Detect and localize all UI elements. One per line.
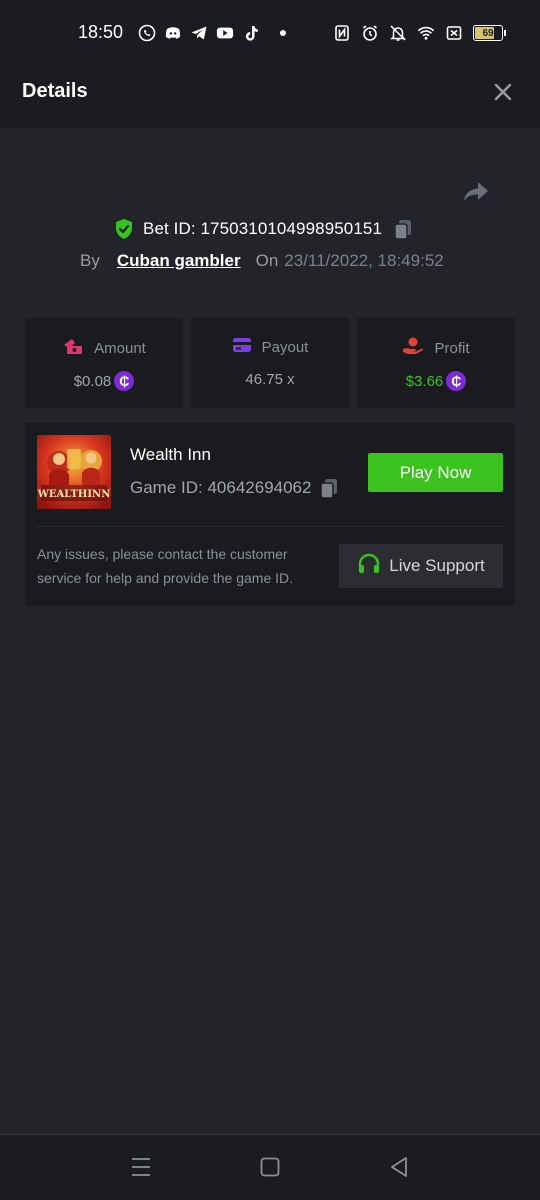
- profit-icon: [402, 336, 424, 360]
- back-icon[interactable]: [387, 1155, 411, 1179]
- bet-stats: Amount $0.08 ₵ Payout 46.75 x Profit $3.…: [25, 318, 515, 408]
- game-panel: WEALTHINN Wealth Inn Game ID: 4064269406…: [25, 423, 515, 606]
- page-title: Details: [22, 80, 88, 102]
- nfc-icon: [333, 24, 351, 42]
- stat-label: Amount: [94, 339, 146, 357]
- telegram-icon: [190, 24, 208, 42]
- share-icon[interactable]: [462, 180, 490, 204]
- bet-id: Bet ID: 1750310104998950151: [143, 219, 383, 238]
- status-bar: 18:50 69: [0, 0, 540, 55]
- stat-card-profit: Profit $3.66 ₵: [357, 318, 515, 408]
- tiktok-icon: [242, 24, 260, 42]
- on-label: On: [255, 251, 279, 270]
- stat-value: $0.08: [73, 372, 112, 390]
- stat-label: Profit: [434, 339, 470, 357]
- menu-icon[interactable]: [129, 1155, 153, 1179]
- game-name: Wealth Inn: [130, 445, 211, 464]
- stat-value: $3.66: [405, 372, 444, 390]
- bet-meta-row: By Cuban gambler On 23/11/2022, 18:49:52: [80, 249, 444, 273]
- coin-icon: ₵: [446, 371, 467, 391]
- close-icon[interactable]: [492, 81, 514, 103]
- youtube-icon: [216, 24, 234, 42]
- headset-icon: [357, 552, 381, 581]
- verified-shield-icon: [114, 218, 134, 240]
- divider: [37, 526, 503, 527]
- battery-level: 69: [482, 27, 494, 39]
- copy-bet-id-icon[interactable]: [393, 218, 413, 240]
- support-info-text: Any issues, please contact the customer …: [37, 546, 294, 586]
- dot-icon: [280, 30, 286, 36]
- play-now-button[interactable]: Play Now: [368, 453, 503, 492]
- game-thumbnail[interactable]: WEALTHINN: [37, 435, 111, 509]
- details-header: Details: [0, 55, 540, 128]
- game-id: Game ID: 40642694062: [130, 478, 312, 497]
- by-label: By: [80, 251, 100, 270]
- status-time: 18:50: [78, 22, 124, 42]
- wifi-icon: [417, 24, 435, 42]
- stat-label: Payout: [261, 338, 309, 356]
- home-icon[interactable]: [258, 1155, 282, 1179]
- username-link[interactable]: Cuban gambler: [117, 251, 241, 271]
- stat-card-amount: Amount $0.08 ₵: [25, 318, 183, 408]
- system-nav-bar: [0, 1134, 540, 1200]
- stat-value: 46.75 x: [245, 371, 295, 388]
- bet-id-row: Bet ID: 1750310104998950151: [114, 216, 413, 242]
- stat-card-payout: Payout 46.75 x: [191, 318, 349, 408]
- system-icons: 69: [333, 24, 506, 42]
- bet-datetime: 23/11/2022, 18:49:52: [284, 251, 444, 270]
- payout-icon: [232, 336, 252, 358]
- game-id-row: Game ID: 40642694062: [130, 477, 339, 499]
- battery-icon: 69: [473, 25, 506, 41]
- coin-icon: ₵: [114, 371, 135, 391]
- live-support-button[interactable]: Live Support: [339, 544, 503, 588]
- discord-icon: [164, 24, 182, 42]
- live-support-label: Live Support: [389, 556, 485, 575]
- bell-off-icon: [389, 24, 407, 42]
- copy-game-id-icon[interactable]: [319, 477, 339, 499]
- amount-icon: [62, 336, 84, 360]
- sim-icon: [445, 24, 463, 42]
- notification-icons: [138, 24, 286, 42]
- thumbnail-logo-text: WEALTHINN: [37, 489, 110, 500]
- whatsapp-icon: [138, 24, 156, 42]
- alarm-icon: [361, 24, 379, 42]
